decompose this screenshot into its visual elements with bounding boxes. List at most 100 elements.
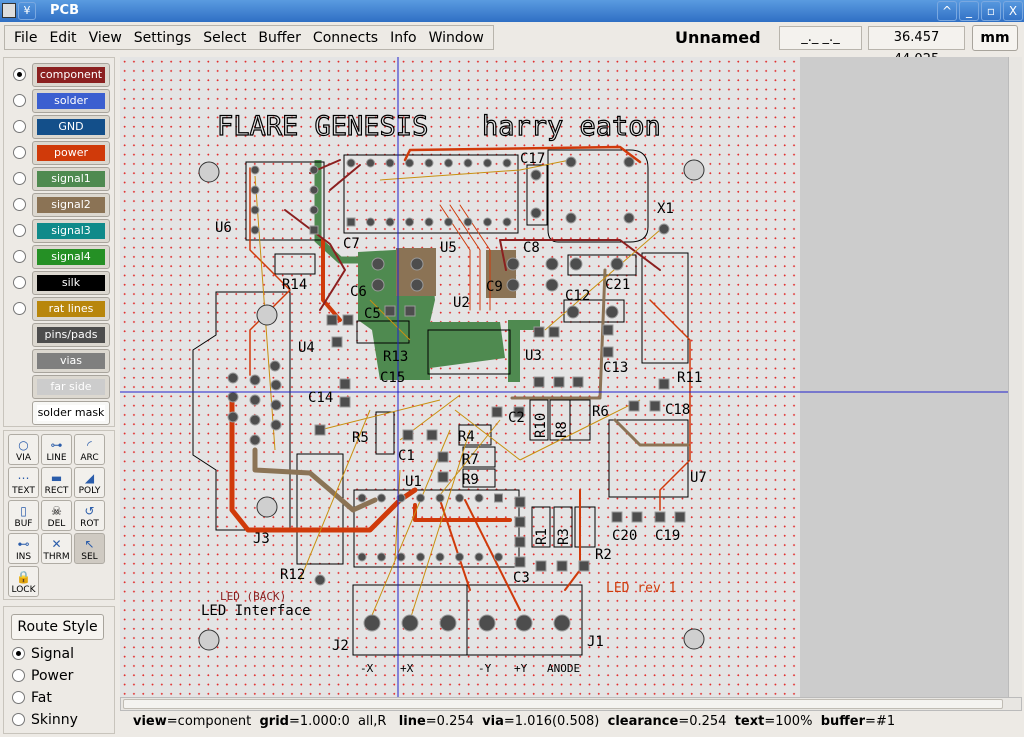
layer-select-radio[interactable] bbox=[13, 198, 26, 211]
route-style-signal[interactable]: Signal bbox=[12, 645, 74, 662]
pad[interactable] bbox=[363, 614, 381, 632]
pad[interactable] bbox=[463, 158, 473, 168]
pad[interactable] bbox=[377, 552, 386, 562]
pad[interactable] bbox=[249, 394, 261, 406]
pad[interactable] bbox=[227, 411, 239, 423]
pad[interactable] bbox=[605, 305, 619, 319]
route-style-skinny[interactable]: Skinny bbox=[12, 711, 78, 728]
pad[interactable] bbox=[410, 278, 424, 292]
close-button[interactable]: X bbox=[1003, 1, 1023, 21]
pad[interactable] bbox=[535, 560, 547, 572]
pad[interactable] bbox=[249, 374, 261, 386]
pad[interactable] bbox=[502, 158, 512, 168]
pad[interactable] bbox=[405, 158, 414, 168]
pad[interactable] bbox=[578, 560, 590, 572]
shade-button[interactable]: ^ bbox=[937, 1, 957, 21]
lock-tool-button[interactable]: 🔒 LOCK bbox=[8, 566, 39, 597]
layer-toggle-button[interactable]: signal2 bbox=[32, 193, 110, 217]
pad[interactable] bbox=[483, 158, 492, 168]
pad[interactable] bbox=[227, 372, 239, 384]
menu-info[interactable]: Info bbox=[384, 30, 423, 46]
pad[interactable] bbox=[455, 493, 464, 503]
menu-buffer[interactable]: Buffer bbox=[252, 30, 307, 46]
layer-toggle-button[interactable]: pins/pads bbox=[32, 323, 110, 347]
layer-select-radio[interactable] bbox=[13, 302, 26, 315]
pad[interactable] bbox=[357, 552, 367, 562]
pad[interactable] bbox=[494, 493, 503, 503]
pad[interactable] bbox=[611, 511, 623, 523]
pad[interactable] bbox=[270, 379, 282, 391]
menu-settings[interactable]: Settings bbox=[128, 30, 197, 46]
pad[interactable] bbox=[249, 434, 261, 446]
pad[interactable] bbox=[478, 614, 496, 632]
layer-toggle-button[interactable]: GND bbox=[32, 115, 110, 139]
window-menu-button[interactable]: ¥ bbox=[18, 2, 36, 20]
layer-select-radio[interactable] bbox=[13, 68, 26, 81]
pad[interactable] bbox=[384, 305, 396, 317]
horizontal-scrollbar[interactable] bbox=[120, 697, 1022, 711]
rot-tool-button[interactable]: ↺ ROT bbox=[74, 500, 105, 531]
pad[interactable] bbox=[371, 278, 385, 292]
pad[interactable] bbox=[439, 614, 457, 632]
pad[interactable] bbox=[339, 396, 351, 408]
pad[interactable] bbox=[401, 614, 419, 632]
pad[interactable] bbox=[309, 205, 319, 215]
pcb-canvas[interactable]: FLARE GENESIS harry eaton U6 C7 U5 C17 X1 C8 R… bbox=[120, 57, 1008, 697]
pad[interactable] bbox=[494, 552, 503, 562]
pad[interactable] bbox=[502, 217, 512, 227]
menu-view[interactable]: View bbox=[83, 30, 128, 46]
arc-tool-button[interactable]: ◜ ARC bbox=[74, 434, 105, 465]
menu-file[interactable]: File bbox=[8, 30, 43, 46]
menu-window[interactable]: Window bbox=[423, 30, 490, 46]
pad[interactable] bbox=[658, 378, 670, 390]
layer-toggle-button[interactable]: solder mask bbox=[32, 401, 110, 425]
pad[interactable] bbox=[658, 223, 670, 235]
route-style-fat[interactable]: Fat bbox=[12, 689, 52, 706]
pad[interactable] bbox=[566, 305, 580, 319]
pad[interactable] bbox=[514, 516, 526, 528]
rect-tool-button[interactable]: ▬ RECT bbox=[41, 467, 72, 498]
pad[interactable] bbox=[631, 511, 643, 523]
pad[interactable] bbox=[553, 614, 571, 632]
radio[interactable] bbox=[12, 647, 25, 660]
pad[interactable] bbox=[309, 165, 319, 175]
pad[interactable] bbox=[270, 419, 282, 431]
pad[interactable] bbox=[674, 511, 686, 523]
route-style-button[interactable]: Route Style bbox=[11, 614, 104, 640]
layer-toggle-button[interactable]: signal3 bbox=[32, 219, 110, 243]
pad[interactable] bbox=[339, 378, 351, 390]
layer-toggle-button[interactable]: solder bbox=[32, 89, 110, 113]
pad[interactable] bbox=[435, 552, 445, 562]
pad[interactable] bbox=[628, 400, 640, 412]
pad[interactable] bbox=[385, 158, 395, 168]
layer-toggle-button[interactable]: component bbox=[32, 63, 110, 87]
pad[interactable] bbox=[416, 552, 425, 562]
pad[interactable] bbox=[463, 217, 473, 227]
pad[interactable] bbox=[402, 429, 414, 441]
pad[interactable] bbox=[227, 391, 239, 403]
via-tool-button[interactable]: ○ VIA bbox=[8, 434, 39, 465]
layer-toggle-button[interactable]: signal1 bbox=[32, 167, 110, 191]
pad[interactable] bbox=[649, 400, 661, 412]
pad[interactable] bbox=[269, 360, 281, 372]
pad[interactable] bbox=[565, 156, 577, 168]
pad[interactable] bbox=[314, 574, 326, 586]
pad[interactable] bbox=[416, 493, 425, 503]
maximize-button[interactable]: ▫ bbox=[981, 1, 1001, 21]
radio[interactable] bbox=[12, 669, 25, 682]
scrollbar-thumb[interactable] bbox=[123, 699, 1003, 709]
pad[interactable] bbox=[426, 429, 438, 441]
pad[interactable] bbox=[250, 165, 260, 175]
board-drawing[interactable]: FLARE GENESIS harry eaton U6 C7 U5 C17 X1 C8 R… bbox=[120, 57, 1008, 697]
pad[interactable] bbox=[309, 185, 319, 195]
ins-tool-button[interactable]: ⊷ INS bbox=[8, 533, 39, 564]
pad[interactable] bbox=[623, 156, 635, 168]
pad[interactable] bbox=[548, 326, 560, 338]
pad[interactable] bbox=[437, 471, 449, 483]
pad[interactable] bbox=[506, 278, 520, 292]
pad[interactable] bbox=[250, 225, 260, 235]
pad[interactable] bbox=[545, 257, 559, 271]
thrm-tool-button[interactable]: ✕ THRM bbox=[41, 533, 72, 564]
pad[interactable] bbox=[553, 376, 565, 388]
pad[interactable] bbox=[602, 346, 614, 358]
